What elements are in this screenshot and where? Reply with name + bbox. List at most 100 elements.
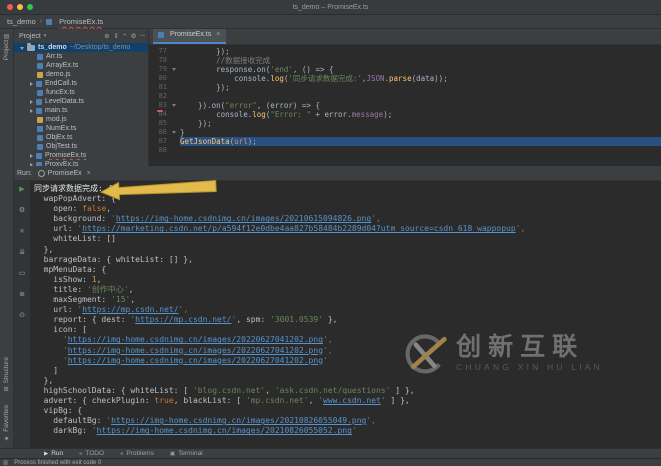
tree-file-row[interactable]: mod.js <box>14 115 148 124</box>
console-link[interactable]: www.csdn.net <box>323 396 381 405</box>
close-window-button[interactable] <box>7 4 13 10</box>
console-link[interactable]: https://img-home.csdnimg.cn/images/20210… <box>97 426 352 435</box>
console-link[interactable]: https://img-home.csdnimg.cn/images/20220… <box>68 356 323 365</box>
settings-icon[interactable]: ⚙ <box>131 32 137 40</box>
todo-icon: ≡ <box>79 451 82 457</box>
tree-file-row[interactable]: ObjEx.ts <box>14 133 148 142</box>
code-line: 86} <box>149 128 661 137</box>
collapse-all-icon[interactable]: ÷ <box>123 32 127 40</box>
code-text <box>180 146 661 155</box>
chevron-right-icon[interactable] <box>30 100 33 104</box>
console-token: 'blog.csdn.net' <box>193 386 265 395</box>
close-icon[interactable]: × <box>87 170 91 177</box>
ts-file-icon <box>37 144 43 150</box>
wrench-icon[interactable]: ⚙ <box>19 207 25 215</box>
tree-file-row[interactable]: demo.js <box>14 70 148 79</box>
console-token: ', <box>371 214 381 223</box>
fold-icon[interactable] <box>172 131 176 134</box>
run-tab-promiseex[interactable]: PromiseEx × <box>38 170 91 177</box>
zoom-window-button[interactable] <box>27 4 33 10</box>
expand-all-icon[interactable]: ⇕ <box>114 32 119 40</box>
tree-file-row[interactable]: ArrayEx.ts <box>14 61 148 70</box>
fold-column <box>167 137 180 146</box>
chevron-down-icon[interactable] <box>20 47 24 50</box>
code-token: , (error) <box>257 101 302 110</box>
console-token: isShow: <box>34 275 92 284</box>
code-token: log <box>270 74 284 83</box>
console-line: 'https://img-home.csdnimg.cn/images/2022… <box>34 335 661 345</box>
file-name: main.ts <box>45 106 68 115</box>
code-line: 77 }); <box>149 47 661 56</box>
run-label: Run: <box>17 170 32 177</box>
code-line: 79 response.on('end', () => { <box>149 65 661 74</box>
tree-file-row[interactable]: ObjTest.ts <box>14 142 148 151</box>
toolwindow-button-problems[interactable]: ●Problems <box>120 450 154 457</box>
breadcrumb-project[interactable]: ts_demo <box>7 17 36 26</box>
ts-file-icon <box>37 90 43 96</box>
console-link[interactable]: https://img-home.csdnimg.cn/images/20220… <box>68 335 323 344</box>
project-panel-title[interactable]: Project <box>19 33 41 40</box>
file-name: demo.js <box>46 70 71 79</box>
fold-icon[interactable] <box>172 68 176 71</box>
stripe-project-button[interactable]: ▤ Project <box>0 33 13 60</box>
scroll-down-icon[interactable]: ⇊ <box>19 249 25 257</box>
console-link[interactable]: https://mp.csdn.net/ <box>82 305 178 314</box>
tree-file-row[interactable]: Arr.ts <box>14 52 148 61</box>
soft-wrap-icon[interactable]: ≣ <box>19 291 25 299</box>
stripe-favorites-button[interactable]: ★ Favorites <box>3 405 10 442</box>
code-token <box>180 56 216 65</box>
console-token: defaultBg: <box>34 416 106 425</box>
code-line: 78 //数据接收完成 <box>149 56 661 65</box>
console-output[interactable]: 同步请求数据完成: { wapPopAdvert: { open: false,… <box>30 181 661 448</box>
fold-column <box>167 110 180 119</box>
hide-panel-icon[interactable]: ─ <box>140 32 145 40</box>
code-editor[interactable]: 77 });78 //数据接收完成79 response.on('end', (… <box>149 45 661 155</box>
toolwindow-button-run[interactable]: ▶Run <box>44 450 63 457</box>
project-root-name: ts_demo <box>38 43 67 52</box>
tree-file-row[interactable]: NumEx.ts <box>14 124 148 133</box>
chevron-right-icon[interactable] <box>30 109 33 113</box>
console-link[interactable]: https://img-home.csdnimg.cn/images/20210… <box>111 416 366 425</box>
minimize-window-button[interactable] <box>17 4 23 10</box>
console-link[interactable]: https://mp.csdn.net/ <box>135 315 231 324</box>
fold-column <box>167 92 180 101</box>
line-number: 87 <box>149 137 167 146</box>
line-number: 88 <box>149 146 167 155</box>
breadcrumb: ts_demo › PromiseEx.ts <box>0 15 661 29</box>
error-stripe-mark <box>157 110 163 112</box>
code-token: } <box>180 128 185 137</box>
rerun-icon[interactable]: ▶ <box>19 186 24 194</box>
console-token: , <box>106 204 111 213</box>
tree-file-row[interactable]: funcEx.ts <box>14 88 148 97</box>
code-line: 87GetJsonData(url); <box>149 137 661 146</box>
traffic-lights <box>7 4 33 10</box>
pin-icon[interactable]: ⊙ <box>19 312 25 320</box>
stripe-structure-button[interactable]: ⊞ Structure <box>3 357 10 391</box>
console-line: 'https://img-home.csdnimg.cn/images/2022… <box>34 356 661 366</box>
console-link[interactable]: https://img-home.csdnimg.cn/images/20210… <box>116 214 371 223</box>
toolwindow-button-todo[interactable]: ≡TODO <box>79 450 104 457</box>
toolwindow-button-terminal[interactable]: ▣Terminal <box>170 450 203 457</box>
fold-icon[interactable] <box>172 104 176 107</box>
console-token: , <box>130 295 135 304</box>
clear-icon[interactable]: ▭ <box>19 270 26 278</box>
run-panel: Run: PromiseEx × ▶ ⚙ ■ ⇊ ▭ ≣ ⊙ 同步请求数据完成: { wap… <box>14 166 661 448</box>
tree-file-row[interactable]: main.ts <box>14 106 148 115</box>
chevron-right-icon[interactable] <box>30 154 33 158</box>
locate-icon[interactable]: ⊕ <box>104 32 109 40</box>
chevron-right-icon[interactable] <box>30 82 33 86</box>
terminal-icon: ▣ <box>170 451 175 457</box>
tab-promiseex[interactable]: PromiseEx.ts × <box>153 29 226 44</box>
close-icon[interactable]: × <box>216 31 220 38</box>
console-link[interactable]: https://marketing.csdn.net/p/a594f12e0db… <box>82 224 515 233</box>
console-token: , <box>129 285 134 294</box>
tree-file-row[interactable]: PromiseEx.ts <box>14 151 148 160</box>
tree-file-row[interactable]: LevelData.ts <box>14 97 148 106</box>
console-link[interactable]: https://img-home.csdnimg.cn/images/20220… <box>68 346 323 355</box>
console-line: highSchoolData: { whiteList: [ 'blog.csd… <box>34 386 661 396</box>
stop-icon[interactable]: ■ <box>20 228 24 236</box>
breadcrumb-file[interactable]: PromiseEx.ts <box>59 17 103 26</box>
tree-file-row[interactable]: EndCall.ts <box>14 79 148 88</box>
tree-root-row[interactable]: ts_demo ~/Desktop/ts_demo <box>14 43 148 52</box>
file-name: EndCall.ts <box>45 79 77 88</box>
